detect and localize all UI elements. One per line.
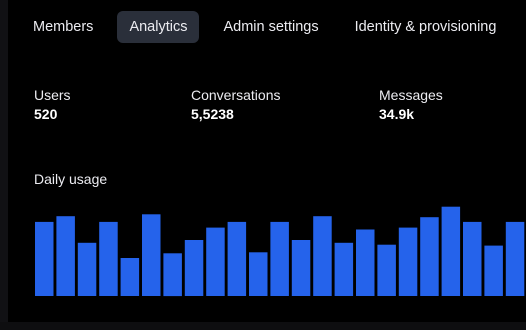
usage-bar xyxy=(505,221,525,296)
usage-bar xyxy=(99,221,118,296)
usage-bar xyxy=(163,253,182,297)
settings-tabs: Members Analytics Admin settings Identit… xyxy=(21,11,508,43)
stat-messages-value: 34.9k xyxy=(379,106,415,122)
usage-bar xyxy=(377,244,396,296)
daily-usage-title: Daily usage xyxy=(34,171,108,187)
stat-conversations: Conversations 5,5238 xyxy=(191,86,281,123)
usage-bar xyxy=(420,217,439,296)
usage-bar xyxy=(142,214,161,296)
stat-users-label: Users xyxy=(34,87,71,103)
stat-conversations-label: Conversations xyxy=(191,87,281,103)
usage-bar xyxy=(463,221,482,296)
stat-users-value: 520 xyxy=(34,106,58,122)
stat-conversations-value: 5,5238 xyxy=(191,106,234,122)
usage-bar xyxy=(398,227,418,296)
usage-bar xyxy=(356,229,375,296)
stat-messages: Messages 34.9k xyxy=(379,86,443,123)
usage-bar xyxy=(120,258,140,296)
usage-bar xyxy=(441,206,461,296)
usage-bar xyxy=(270,221,289,296)
stat-users: Users 520 xyxy=(34,86,71,123)
tab-admin-settings[interactable]: Admin settings xyxy=(211,11,330,43)
usage-bar xyxy=(56,216,75,296)
usage-bar xyxy=(184,240,204,296)
usage-bar xyxy=(249,252,268,296)
stats-summary: Users 520 Conversations 5,5238 Messages … xyxy=(34,86,526,126)
usage-bar xyxy=(484,245,503,296)
bottom-edge xyxy=(0,322,526,330)
stat-messages-label: Messages xyxy=(379,87,443,103)
usage-bar xyxy=(334,242,354,296)
daily-usage-chart xyxy=(35,206,525,297)
tab-identity-provisioning[interactable]: Identity & provisioning xyxy=(343,11,509,43)
usage-bar xyxy=(206,227,225,296)
usage-bar xyxy=(227,221,247,296)
tab-members[interactable]: Members xyxy=(21,11,105,43)
usage-bar xyxy=(291,240,311,296)
usage-bar xyxy=(35,221,54,296)
analytics-panel: Members Analytics Admin settings Identit… xyxy=(0,0,526,322)
tab-analytics[interactable]: Analytics xyxy=(117,11,200,43)
usage-bar xyxy=(313,216,332,296)
usage-bar xyxy=(77,242,97,296)
